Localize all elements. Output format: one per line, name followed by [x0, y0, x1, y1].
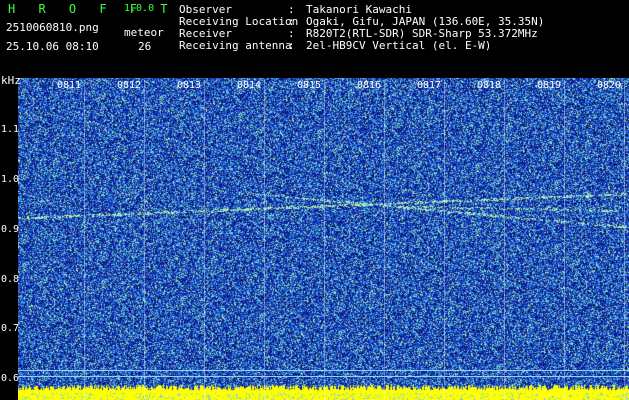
x-tick-label: 0815 — [297, 80, 322, 91]
minute-gridline — [324, 80, 325, 400]
minute-gridline — [564, 80, 565, 400]
info-colon: : — [288, 39, 295, 52]
x-tick-label: 0820 — [597, 80, 622, 91]
y-tick-label: 1.0 — [1, 174, 20, 185]
x-tick-label: 0814 — [237, 80, 262, 91]
x-tick-label: 0819 — [537, 80, 562, 91]
minute-gridline — [384, 80, 385, 400]
reference-line — [18, 376, 629, 377]
x-tick-label: 0816 — [357, 80, 382, 91]
axis-unit-label: kHz — [1, 74, 21, 87]
minute-gridline — [264, 80, 265, 400]
y-tick-label: 0.6 — [1, 373, 20, 384]
y-tick-label: 0.9 — [1, 224, 20, 235]
y-tick-label: 0.7 — [1, 323, 20, 334]
minute-gridline — [504, 80, 505, 400]
reference-line — [18, 370, 629, 371]
capture-timestamp: 25.10.06 08:10 — [6, 40, 99, 53]
minute-gridline — [444, 80, 445, 400]
minute-gridline — [144, 80, 145, 400]
x-tick-label: 0817 — [417, 80, 442, 91]
meteor-count: 26 — [138, 40, 152, 53]
header-panel: H R O F F T 1.0.0 2510060810.png 25.10.0… — [0, 0, 629, 78]
x-tick-label: 0813 — [177, 80, 202, 91]
image-filename: 2510060810.png — [6, 21, 99, 34]
x-tick-label: 0811 — [57, 80, 82, 91]
y-tick-label: 1.1 — [1, 124, 20, 135]
minute-gridline — [624, 80, 625, 400]
minute-gridline — [84, 80, 85, 400]
minute-gridline — [204, 80, 205, 400]
info-key-antenna: Receiving antenna — [179, 39, 292, 52]
app-version: 1.0.0 — [124, 3, 155, 14]
meteor-label: meteor — [124, 26, 164, 39]
x-tick-label: 0812 — [117, 80, 142, 91]
y-tick-label: 0.8 — [1, 274, 20, 285]
x-tick-label: 0818 — [477, 80, 502, 91]
info-value-antenna: 2el-HB9CV Vertical (el. E-W) — [306, 39, 492, 52]
